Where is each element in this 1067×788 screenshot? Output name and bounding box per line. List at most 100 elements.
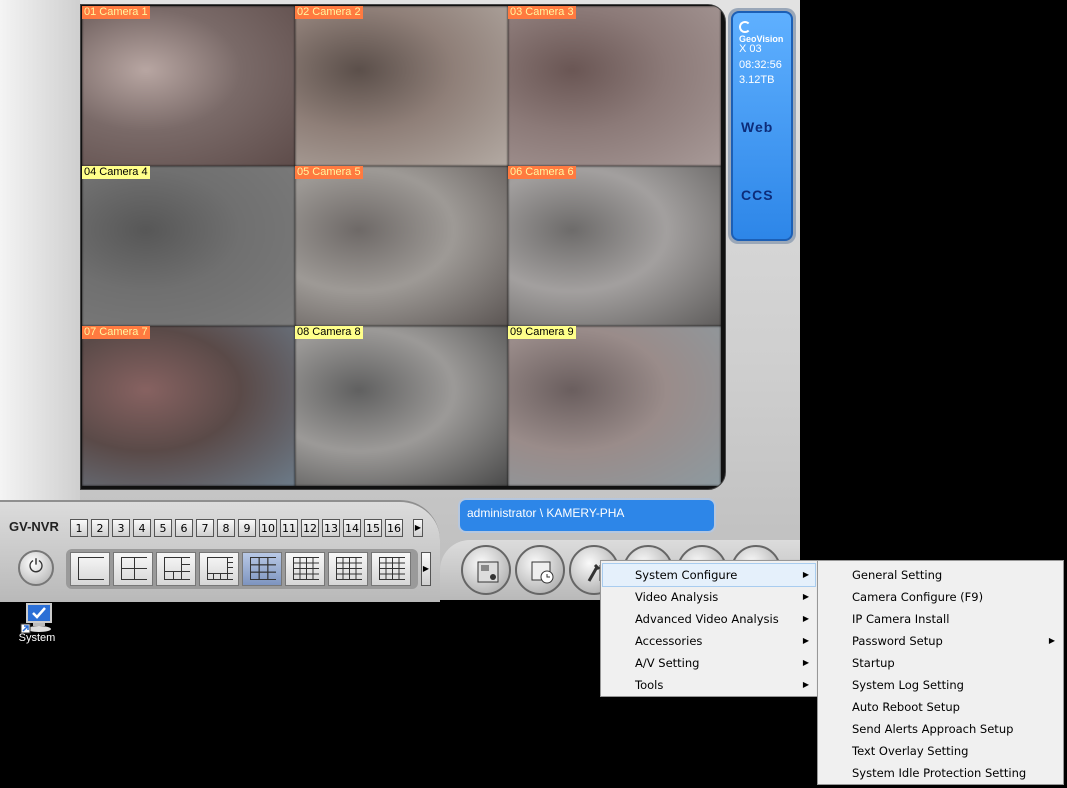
camera-page-next-button[interactable]: ▶ [413, 519, 423, 537]
submenu-item[interactable]: Auto Reboot Setup [820, 696, 1061, 718]
menu-item-label: Accessories [635, 634, 703, 648]
menu-item[interactable]: Advanced Video Analysis ▶ [603, 608, 815, 630]
camera-view[interactable]: 03 Camera 3 [508, 6, 721, 166]
menu-item[interactable]: Video Analysis ▶ [603, 586, 815, 608]
camera-label: 05 Camera 5 [295, 166, 363, 179]
camera-feed-image [295, 166, 508, 326]
layout-button[interactable] [285, 552, 325, 586]
menu-item-label: Advanced Video Analysis [635, 612, 779, 626]
power-button[interactable]: ⏻ [18, 550, 54, 586]
camera-view[interactable]: 06 Camera 6 [508, 166, 721, 326]
menu-item-label: Video Analysis [635, 590, 719, 604]
arrow-right-icon: ▶ [422, 564, 430, 573]
camera-number-button[interactable]: 12 [301, 519, 319, 537]
submenu-item[interactable]: Text Overlay Setting [820, 740, 1061, 762]
layout-button[interactable] [199, 552, 239, 586]
product-label: GV-NVR [9, 519, 59, 534]
camera-label: 03 Camera 3 [508, 6, 576, 19]
camera-feed-image [295, 326, 508, 486]
desktop-icon-system[interactable]: System [10, 600, 64, 644]
camera-feed-image [508, 166, 721, 326]
submenu-item-label: General Setting [852, 568, 943, 582]
camera-feed-image [295, 6, 508, 166]
camera-number-button[interactable]: 4 [133, 519, 151, 537]
ccs-button[interactable]: CCS [741, 187, 774, 203]
thirteen-view-icon [336, 557, 362, 580]
layout-button[interactable] [242, 552, 282, 586]
submenu-item[interactable]: General Setting [820, 564, 1061, 586]
submenu-item[interactable]: IP Camera Install [820, 608, 1061, 630]
schedule-button[interactable] [515, 545, 565, 595]
camera-number-button[interactable]: 10 [259, 519, 277, 537]
status-panel-inner: GeoVision X 03 08:32:56 3.12TB Web CCS [731, 11, 793, 241]
submenu-arrow-icon: ▶ [802, 636, 809, 645]
submenu-arrow-icon: ▶ [802, 592, 809, 601]
exit-monitor-icon [477, 561, 499, 583]
camera-feed-image [82, 166, 295, 326]
camera-view[interactable]: 07 Camera 7 [82, 326, 295, 486]
layout-button[interactable] [156, 552, 196, 586]
camera-number-button[interactable]: 11 [280, 519, 298, 537]
camera-number-button[interactable]: 7 [196, 519, 214, 537]
menu-item[interactable]: Accessories ▶ [603, 630, 815, 652]
menu-item-label: System Configure [635, 568, 738, 582]
eight-view-icon [207, 557, 233, 580]
layout-button[interactable] [371, 552, 411, 586]
layout-button[interactable] [328, 552, 368, 586]
layout-button[interactable] [113, 552, 153, 586]
camera-view[interactable]: 05 Camera 5 [295, 166, 508, 326]
camera-number-button[interactable]: 14 [343, 519, 361, 537]
submenu-item[interactable]: Password Setup ▶ [820, 630, 1061, 652]
camera-view[interactable]: 04 Camera 4 [82, 166, 295, 326]
clock: 08:32:56 [739, 59, 782, 71]
geovision-swirl-icon [739, 21, 751, 33]
layout-button[interactable] [70, 552, 110, 586]
computer-icon [19, 602, 55, 634]
nine-view-icon [250, 557, 276, 581]
exit-monitor-button[interactable] [461, 545, 511, 595]
menu-item[interactable]: Tools ▶ [603, 674, 815, 696]
camera-number-button[interactable]: 13 [322, 519, 340, 537]
submenu-item[interactable]: System Idle Protection Setting [820, 762, 1061, 784]
submenu-item-label: IP Camera Install [852, 612, 950, 626]
submenu-item[interactable]: System Log Setting [820, 674, 1061, 696]
user-info-box: administrator \ KAMERY-PHA [458, 498, 716, 533]
menu-item[interactable]: A/V Setting ▶ [603, 652, 815, 674]
submenu-arrow-icon: ▶ [1048, 636, 1055, 645]
camera-view[interactable]: 02 Camera 2 [295, 6, 508, 166]
submenu-arrow-icon: ▶ [802, 680, 809, 689]
ten-view-icon [293, 557, 319, 580]
camera-count: X 03 [739, 43, 762, 55]
submenu-arrow-icon: ▶ [802, 658, 809, 667]
camera-feed-image [82, 6, 295, 166]
camera-number-button[interactable]: 1 [70, 519, 88, 537]
submenu-item-label: Text Overlay Setting [852, 744, 969, 758]
submenu-item[interactable]: Camera Configure (F9) [820, 586, 1061, 608]
submenu-item[interactable]: Startup [820, 652, 1061, 674]
camera-number-button[interactable]: 6 [175, 519, 193, 537]
layout-next-button[interactable]: ▶ [421, 552, 431, 586]
schedule-icon [531, 561, 554, 584]
submenu-item-label: Password Setup [852, 634, 943, 648]
camera-number-button[interactable]: 2 [91, 519, 109, 537]
camera-number-button[interactable]: 9 [238, 519, 256, 537]
submenu-arrow-icon: ▶ [802, 614, 809, 623]
camera-number-button[interactable]: 5 [154, 519, 172, 537]
menu-item[interactable]: System Configure ▶ [602, 563, 816, 587]
power-icon: ⏻ [28, 556, 44, 577]
camera-number-button[interactable]: 15 [364, 519, 382, 537]
camera-feed-image [508, 6, 721, 166]
camera-number-button[interactable]: 3 [112, 519, 130, 537]
submenu-item[interactable]: Send Alerts Approach Setup [820, 718, 1061, 740]
camera-view[interactable]: 08 Camera 8 [295, 326, 508, 486]
submenu-arrow-icon: ▶ [802, 570, 809, 579]
camera-view[interactable]: 01 Camera 1 [82, 6, 295, 166]
menu-item-label: Tools [635, 678, 664, 692]
context-menu: System Configure ▶ Video Analysis ▶ Advanced… [600, 560, 818, 697]
web-button[interactable]: Web [741, 119, 773, 135]
camera-number-button[interactable]: 16 [385, 519, 403, 537]
submenu-item-label: Send Alerts Approach Setup [852, 722, 1014, 736]
camera-number-button[interactable]: 8 [217, 519, 235, 537]
camera-label: 09 Camera 9 [508, 326, 576, 339]
camera-view[interactable]: 09 Camera 9 [508, 326, 721, 486]
